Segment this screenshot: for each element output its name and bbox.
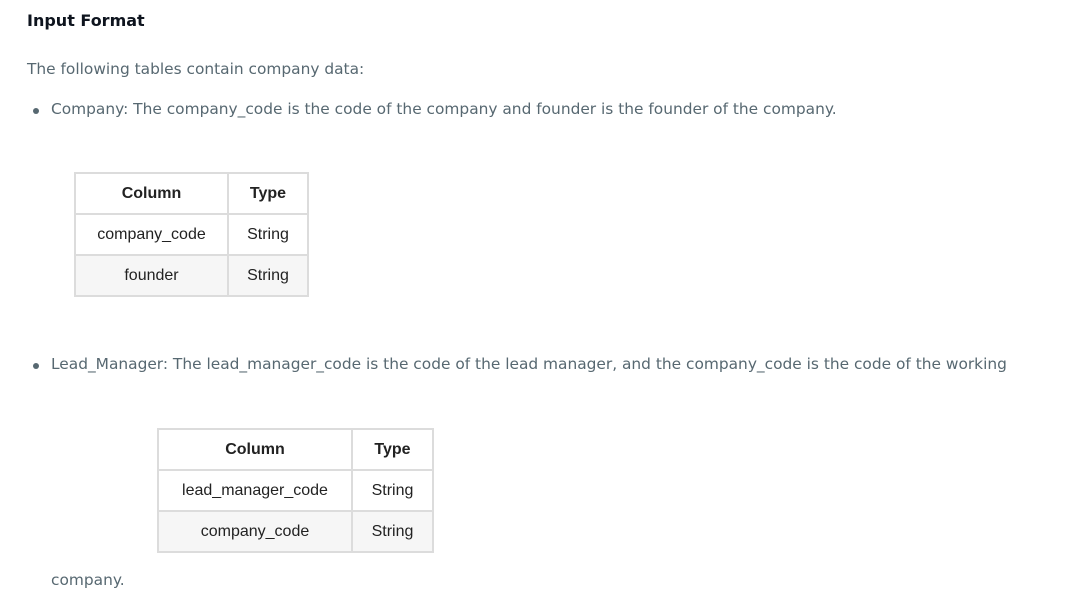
- company-table: Column Type company_code String founder St…: [74, 172, 309, 297]
- type-header: Type: [351, 428, 434, 471]
- cell: String: [351, 510, 434, 553]
- cell: String: [351, 469, 434, 512]
- bullet-company: Company: The company_code is the code of…: [51, 100, 837, 118]
- type-header: Type: [227, 172, 309, 215]
- section-heading: Input Format: [27, 11, 145, 30]
- table-row: lead_manager_code String: [157, 469, 434, 512]
- table-row: company_code String: [74, 213, 309, 256]
- bullet-icon: [33, 363, 39, 369]
- column-header: Column: [74, 172, 229, 215]
- continuation-text: company.: [51, 571, 125, 589]
- bullet-lead-manager: Lead_Manager: The lead_manager_code is t…: [51, 355, 1007, 373]
- intro-text: The following tables contain company dat…: [27, 60, 365, 78]
- cell: founder: [74, 254, 229, 297]
- cell: lead_manager_code: [157, 469, 353, 512]
- cell: company_code: [74, 213, 229, 256]
- cell: String: [227, 213, 309, 256]
- column-header: Column: [157, 428, 353, 471]
- table-row: company_code String: [157, 510, 434, 553]
- cell: String: [227, 254, 309, 297]
- bullet-icon: [33, 108, 39, 114]
- cell: company_code: [157, 510, 353, 553]
- lead-manager-table: Column Type lead_manager_code String comp…: [157, 428, 434, 553]
- table-row: founder String: [74, 254, 309, 297]
